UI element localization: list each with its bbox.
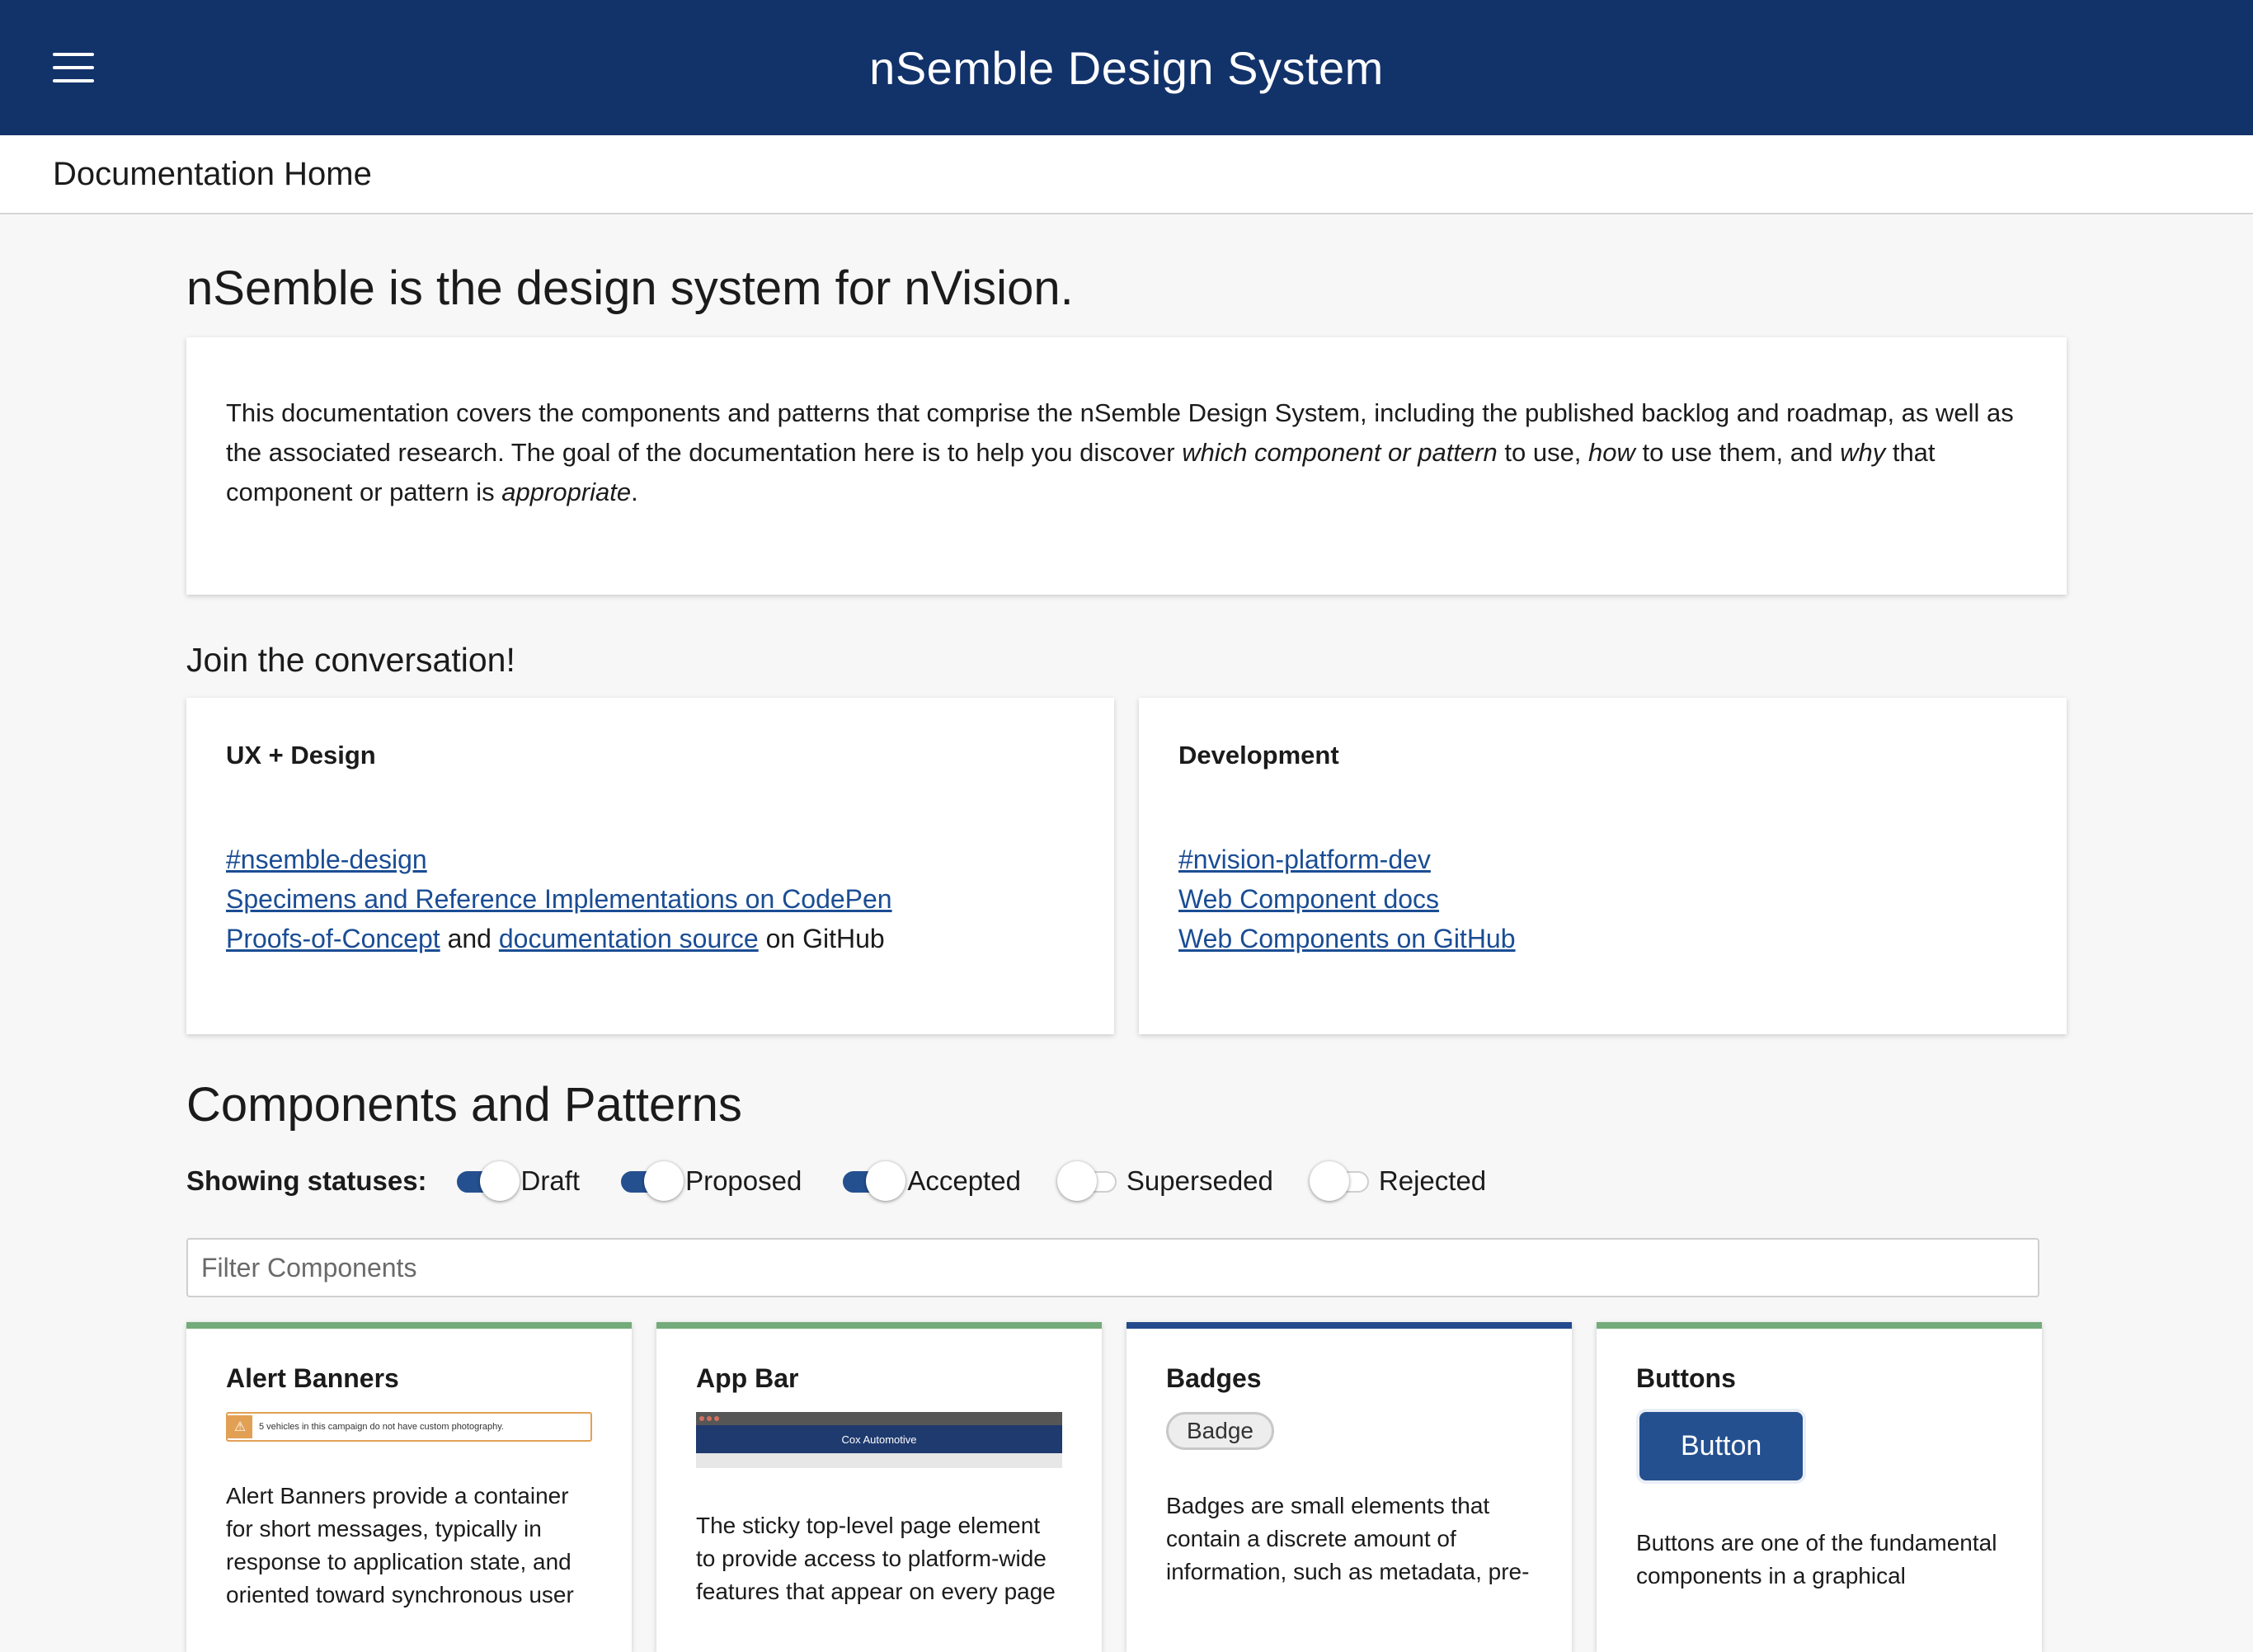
platform-dev-link[interactable]: #nvision-platform-dev	[1178, 845, 1431, 874]
filter-components-input[interactable]	[186, 1238, 2039, 1297]
breadcrumb-home[interactable]: Documentation Home	[53, 156, 372, 193]
status-filter-label: Showing statuses:	[186, 1165, 427, 1196]
intro-emphasis: which component or pattern	[1182, 438, 1498, 467]
component-card-title: Buttons	[1636, 1363, 1736, 1393]
component-card-description: The sticky top-level page element to pro…	[696, 1513, 1056, 1604]
app-bar-preview-logo: Cox Automotive	[841, 1433, 917, 1446]
alert-banner-preview: ⚠ 5 vehicles in this campaign do not hav…	[226, 1412, 592, 1442]
app-bar-preview: Cox Automotive	[696, 1412, 1062, 1468]
status-label-accepted: Accepted	[907, 1165, 1021, 1196]
component-card-alert-banners[interactable]: Alert Banners ⚠ 5 vehicles in this campa…	[186, 1322, 632, 1652]
intro-card: This documentation covers the components…	[186, 337, 2067, 595]
component-card-description: Buttons are one of the fundamental compo…	[1636, 1530, 1997, 1588]
documentation-source-link[interactable]: documentation source	[499, 924, 759, 953]
component-card-title: Badges	[1166, 1363, 1262, 1393]
component-card-buttons[interactable]: Buttons Button Buttons are one of the fu…	[1597, 1322, 2042, 1652]
hamburger-menu-icon[interactable]	[53, 53, 94, 82]
component-cards: Alert Banners ⚠ 5 vehicles in this campa…	[186, 1322, 2067, 1652]
status-toggle-draft[interactable]: Draft	[452, 1161, 581, 1201]
status-label-rejected: Rejected	[1378, 1165, 1487, 1196]
proofs-of-concept-link[interactable]: Proofs-of-Concept	[226, 924, 440, 953]
toggle-switch[interactable]	[838, 1161, 906, 1201]
ux-design-title: UX + Design	[226, 741, 376, 770]
app-header: nSemble Design System	[0, 0, 2253, 135]
development-card: Development #nvision-platform-dev Web Co…	[1139, 698, 2067, 1034]
status-label-proposed: Proposed	[685, 1165, 802, 1196]
components-heading: Components and Patterns	[186, 1078, 742, 1132]
component-card-title: Alert Banners	[226, 1363, 399, 1393]
web-component-docs-link[interactable]: Web Component docs	[1178, 884, 1439, 914]
status-label-draft: Draft	[520, 1165, 581, 1196]
button-preview: Button	[1639, 1412, 1804, 1480]
component-card-badges[interactable]: Badges Badge Badges are small elements t…	[1126, 1322, 1572, 1652]
status-label-superseded: Superseded	[1126, 1165, 1273, 1196]
toggle-switch[interactable]	[452, 1161, 520, 1201]
intro-text: to use them, and	[1634, 438, 1841, 467]
join-heading: Join the conversation!	[186, 641, 515, 679]
intro-text: to use,	[1497, 438, 1589, 467]
toggle-switch[interactable]	[1309, 1161, 1369, 1201]
status-filter-row: Showing statuses: Draft Proposed Accepte…	[186, 1160, 2067, 1202]
toggle-switch[interactable]	[616, 1161, 684, 1201]
conjunction-text: and	[440, 924, 499, 953]
component-card-description: Alert Banners provide a container for sh…	[226, 1483, 574, 1607]
codepen-link[interactable]: Specimens and Reference Implementations …	[226, 884, 892, 914]
toggle-switch[interactable]	[1056, 1161, 1117, 1201]
on-github-text: on GitHub	[758, 924, 885, 953]
intro-text: .	[631, 478, 638, 506]
join-cards: UX + Design #nsemble-design Specimens an…	[186, 698, 2067, 1034]
component-card-app-bar[interactable]: App Bar Cox Automotive The sticky top-le…	[656, 1322, 1102, 1652]
breadcrumb: Documentation Home	[0, 135, 2253, 214]
intro-emphasis: how	[1588, 438, 1635, 467]
status-toggle-accepted[interactable]: Accepted	[838, 1161, 1021, 1201]
main-content: nSemble is the design system for nVision…	[0, 261, 2067, 1652]
component-card-description: Badges are small elements that contain a…	[1166, 1493, 1530, 1584]
component-card-title: App Bar	[696, 1363, 799, 1393]
intro-emphasis: appropriate	[501, 478, 632, 506]
warning-icon: ⚠	[228, 1415, 252, 1438]
alert-preview-text: 5 vehicles in this campaign do not have …	[259, 1422, 504, 1432]
development-title: Development	[1178, 741, 1339, 770]
status-toggle-rejected[interactable]: Rejected	[1309, 1161, 1487, 1201]
intro-emphasis: why	[1840, 438, 1886, 467]
badge-preview: Badge	[1166, 1412, 1274, 1450]
status-toggle-proposed[interactable]: Proposed	[616, 1161, 802, 1201]
app-title: nSemble Design System	[869, 41, 1384, 94]
ux-design-card: UX + Design #nsemble-design Specimens an…	[186, 698, 1114, 1034]
nsemble-design-link[interactable]: #nsemble-design	[226, 845, 427, 874]
web-components-github-link[interactable]: Web Components on GitHub	[1178, 924, 1516, 953]
page-title: nSemble is the design system for nVision…	[186, 261, 1074, 315]
status-toggle-superseded[interactable]: Superseded	[1056, 1161, 1273, 1201]
